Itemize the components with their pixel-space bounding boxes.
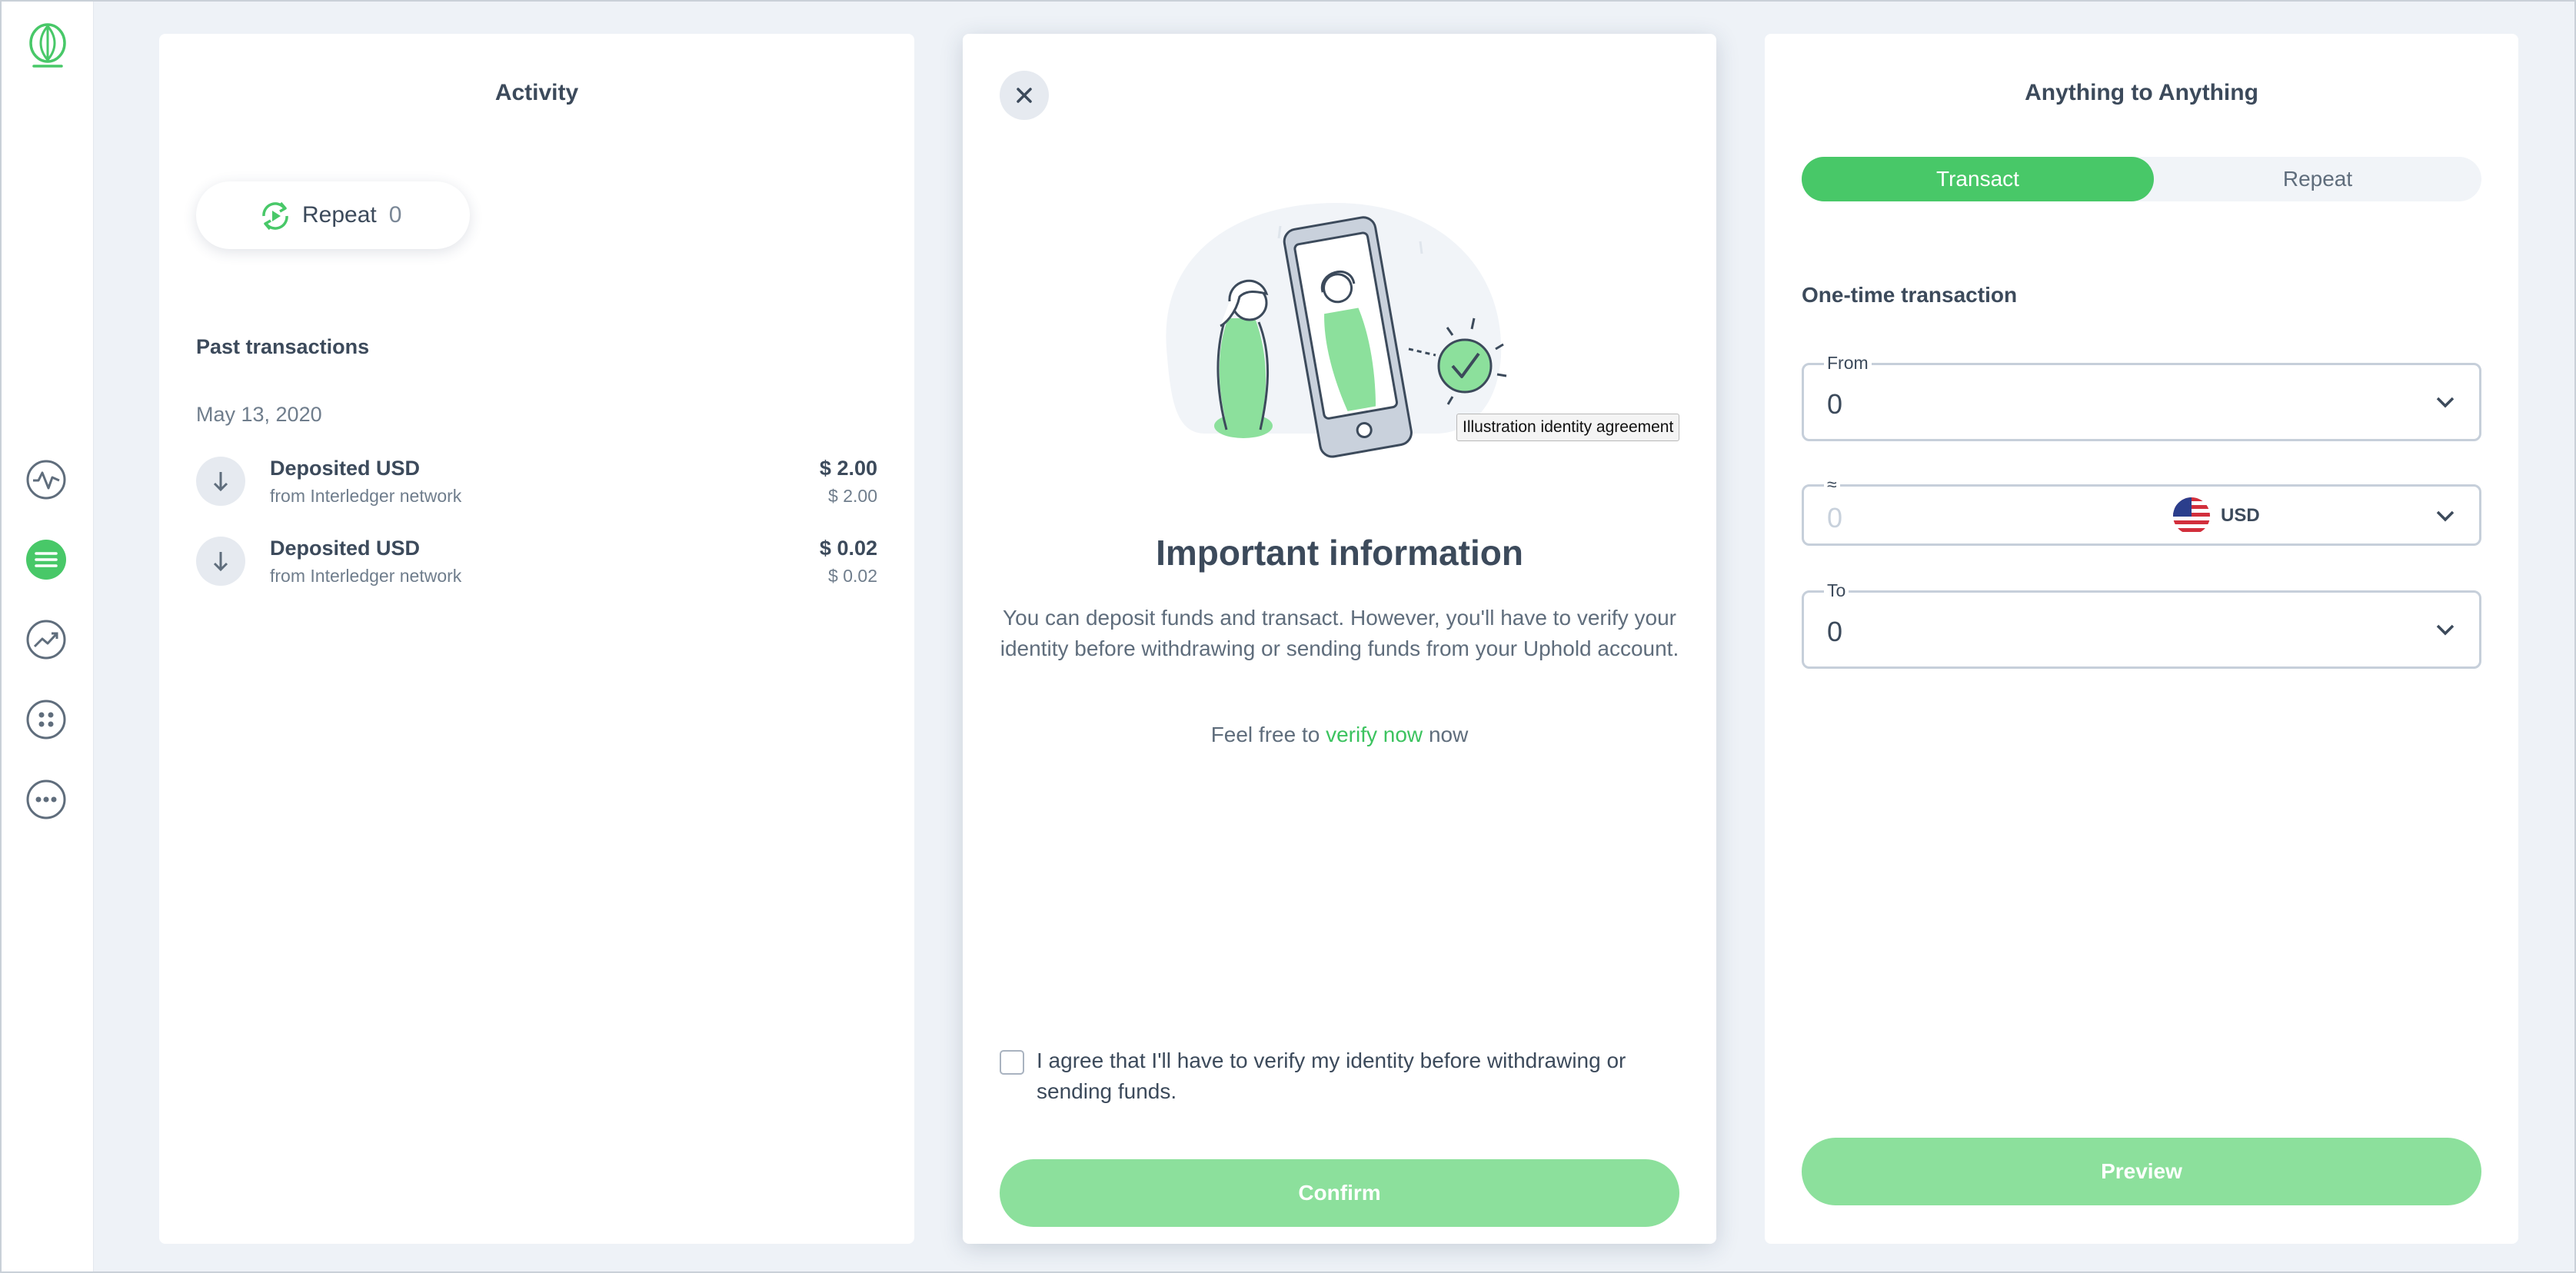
agree-text: I agree that I'll have to verify my iden… — [1037, 1049, 1626, 1103]
transact-mode-toggle: Transact Repeat — [1802, 157, 2481, 201]
activity-panel: Activity Repeat 0 Past transactions May … — [159, 34, 914, 1244]
past-transactions-heading: Past transactions — [196, 335, 370, 358]
transactions-list-icon[interactable] — [25, 538, 68, 581]
transaction-amount: $ 2.00 — [819, 457, 877, 480]
approx-label: ≈ — [1824, 474, 1840, 495]
transaction-title: Deposited USD — [270, 457, 421, 480]
verify-suffix: now — [1428, 723, 1469, 746]
repeat-icon — [258, 198, 293, 240]
close-button[interactable] — [1000, 71, 1049, 120]
close-icon — [1017, 88, 1032, 103]
illustration-tooltip: Illustration identity agreement — [1456, 414, 1680, 441]
agree-checkbox[interactable] — [1000, 1050, 1024, 1075]
important-info-modal: Illustration identity agreement Importan… — [963, 34, 1716, 1244]
modal-title: Important information — [1156, 533, 1523, 573]
tab-transact[interactable]: Transact — [1802, 157, 2154, 201]
currency-code[interactable]: USD — [2221, 505, 2260, 527]
transact-panel: Anything to Anything Transact Repeat One… — [1765, 34, 2518, 1244]
trend-chart-icon[interactable] — [25, 618, 68, 661]
transaction-row[interactable]: Deposited USD from Interledger network $… — [196, 454, 877, 515]
preview-button[interactable]: Preview — [1802, 1138, 2481, 1205]
deposit-arrow-icon — [196, 537, 245, 586]
deposit-arrow-icon — [196, 457, 245, 506]
more-dots-icon[interactable] — [25, 778, 68, 821]
agree-checkbox-row[interactable]: I agree that I'll have to verify my iden… — [1000, 1045, 1679, 1107]
approx-amount[interactable]: 0 — [1827, 502, 1842, 534]
repeat-count: 0 — [388, 202, 402, 228]
transact-title: Anything to Anything — [2025, 80, 2258, 105]
one-time-transaction-heading: One-time transaction — [1802, 283, 2018, 307]
transaction-source: from Interledger network — [270, 566, 462, 586]
transactions-date: May 13, 2020 — [196, 403, 322, 426]
tab-repeat[interactable]: Repeat — [2154, 157, 2481, 201]
to-amount[interactable]: 0 — [1827, 616, 1842, 648]
modal-body-text: You can deposit funds and transact. Howe… — [1000, 606, 1679, 660]
from-field[interactable]: From 0 — [1802, 353, 2481, 441]
verify-prompt: Feel free to verify now now — [963, 723, 1716, 747]
approx-field[interactable]: ≈ 0 USD — [1802, 474, 2481, 546]
us-flag-icon — [2173, 497, 2210, 534]
from-label: From — [1824, 353, 1872, 374]
identity-illustration — [1143, 157, 1536, 495]
transaction-source: from Interledger network — [270, 486, 462, 506]
verify-prefix: Feel free to — [1210, 723, 1320, 746]
activity-pulse-icon[interactable] — [25, 458, 68, 501]
activity-title: Activity — [494, 80, 579, 105]
repeat-button[interactable]: Repeat 0 — [196, 181, 470, 249]
transaction-title: Deposited USD — [270, 537, 421, 560]
transaction-amount-secondary: $ 2.00 — [828, 486, 877, 506]
verify-now-link[interactable]: verify now — [1326, 723, 1423, 746]
uphold-logo-icon[interactable] — [25, 18, 71, 72]
chevron-down-icon[interactable] — [2431, 616, 2459, 647]
sidebar — [2, 2, 94, 1271]
repeat-label: Repeat — [302, 202, 377, 228]
transaction-amount: $ 0.02 — [819, 537, 877, 560]
confirm-button[interactable]: Confirm — [1000, 1159, 1679, 1227]
chevron-down-icon[interactable] — [2431, 388, 2459, 420]
chevron-down-icon[interactable] — [2431, 502, 2459, 533]
to-label: To — [1824, 580, 1849, 601]
from-amount[interactable]: 0 — [1827, 388, 1842, 420]
transaction-amount-secondary: $ 0.02 — [828, 566, 877, 586]
transaction-row[interactable]: Deposited USD from Interledger network $… — [196, 533, 877, 595]
apps-grid-icon[interactable] — [25, 698, 68, 741]
to-field[interactable]: To 0 — [1802, 580, 2481, 669]
